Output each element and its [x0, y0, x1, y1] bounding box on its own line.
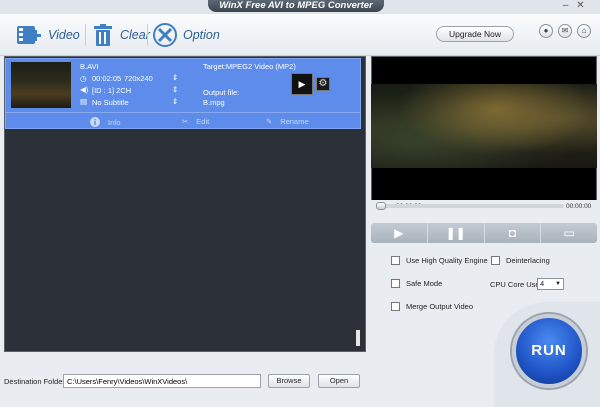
- deinterlacing-checkbox[interactable]: [491, 256, 500, 265]
- home-icon[interactable]: ⌂: [577, 24, 591, 38]
- account-icon[interactable]: ●: [539, 24, 553, 38]
- pause-icon: ❚❚: [445, 226, 466, 240]
- merge-output-label: Merge Output Video: [406, 302, 473, 311]
- destination-folder-input[interactable]: [63, 374, 261, 388]
- subtitle-select[interactable]: No Subtitle: [92, 98, 129, 107]
- playback-controls: ▶ ❚❚ ◘ ▭: [371, 223, 597, 243]
- toolbar-separator: [147, 24, 148, 46]
- clapperboard-icon[interactable]: ▶: [291, 73, 313, 95]
- subtitle-icon: ▤: [80, 97, 88, 106]
- audio-track-select[interactable]: [ID : 1] 2CH: [92, 86, 131, 95]
- merge-output-option[interactable]: Merge Output Video: [391, 302, 473, 311]
- chevron-down-icon: ▼: [555, 281, 561, 287]
- browse-button[interactable]: Browse: [268, 374, 310, 388]
- play-button[interactable]: ▶: [371, 223, 428, 243]
- trash-icon: [94, 24, 112, 46]
- preview-frame: [371, 84, 597, 168]
- target-format: Target:MPEG2 Video (MP2): [203, 62, 296, 71]
- file-name: B.AVI: [80, 62, 99, 71]
- seek-handle[interactable]: [376, 202, 386, 210]
- output-label: Output file:: [203, 88, 240, 97]
- run-button[interactable]: RUN: [512, 314, 586, 388]
- info-label: Info: [108, 117, 121, 127]
- safe-mode-checkbox[interactable]: [391, 279, 400, 288]
- play-icon: ▶: [394, 226, 404, 240]
- high-quality-label: Use High Quality Engine: [406, 256, 488, 265]
- add-video-label: Video: [48, 28, 80, 42]
- option-button[interactable]: Option: [153, 22, 220, 48]
- safe-mode-option[interactable]: Safe Mode: [391, 279, 442, 288]
- file-duration: 00:02:05: [92, 74, 122, 83]
- file-resolution: 720x240: [124, 74, 153, 83]
- close-icon[interactable]: ✕: [575, 1, 586, 11]
- pause-button[interactable]: ❚❚: [428, 223, 485, 243]
- high-quality-checkbox[interactable]: [391, 256, 400, 265]
- add-video-icon: [17, 26, 41, 44]
- edit-button[interactable]: ✂ Edit: [182, 117, 209, 126]
- toolbar-separator: [85, 24, 86, 46]
- minimize-icon[interactable]: –: [560, 1, 571, 11]
- cpu-core-select[interactable]: 4 ▼: [537, 278, 564, 290]
- cpu-core-value: 4: [540, 279, 545, 288]
- output-file-name: B.mpg: [203, 98, 225, 107]
- list-scrollbar[interactable]: [356, 330, 360, 346]
- video-thumbnail: [11, 62, 71, 108]
- cpu-core-label: CPU Core Use:: [490, 280, 542, 289]
- email-icon[interactable]: ✉: [558, 24, 572, 38]
- speaker-icon: ◀): [80, 85, 89, 94]
- info-button[interactable]: Info: [90, 117, 121, 127]
- info-icon: [90, 117, 100, 127]
- window-title: WinX Free AVI to MPEG Converter: [208, 0, 384, 12]
- upgrade-now-button[interactable]: Upgrade Now: [436, 26, 514, 42]
- destination-folder-label: Destination Folder:: [4, 377, 67, 386]
- rename-button[interactable]: ✎ Rename: [266, 117, 309, 126]
- file-item-divider: [5, 112, 361, 113]
- camera-icon: ◘: [508, 226, 516, 240]
- audio-arrows-icon[interactable]: ⇕: [172, 85, 178, 94]
- clear-button[interactable]: Clear: [92, 22, 150, 48]
- rename-icon: ✎: [266, 117, 273, 126]
- clock-icon: ◷: [80, 74, 87, 83]
- high-quality-option[interactable]: Use High Quality Engine: [391, 256, 488, 265]
- merge-output-checkbox[interactable]: [391, 302, 400, 311]
- folder-button[interactable]: ▭: [541, 223, 597, 243]
- seek-track[interactable]: [378, 204, 564, 208]
- tools-icon: [153, 23, 177, 47]
- open-button[interactable]: Open: [318, 374, 360, 388]
- subtitle-arrows-icon[interactable]: ⇕: [172, 97, 178, 106]
- gear-icon[interactable]: ⚙: [316, 77, 330, 91]
- scissors-icon: ✂: [182, 117, 189, 126]
- folder-icon: ▭: [563, 226, 575, 240]
- option-label: Option: [183, 28, 220, 42]
- deinterlacing-option[interactable]: Deinterlacing: [491, 256, 550, 265]
- sort-arrows-icon[interactable]: ⇕: [172, 73, 178, 82]
- snapshot-button[interactable]: ◘: [485, 223, 542, 243]
- total-time: 00:00:00: [566, 203, 592, 210]
- rename-label: Rename: [280, 117, 309, 126]
- clear-label: Clear: [120, 28, 150, 42]
- edit-label: Edit: [196, 117, 210, 126]
- safe-mode-label: Safe Mode: [406, 279, 443, 288]
- add-video-button[interactable]: Video: [16, 22, 80, 48]
- deinterlacing-label: Deinterlacing: [506, 256, 550, 265]
